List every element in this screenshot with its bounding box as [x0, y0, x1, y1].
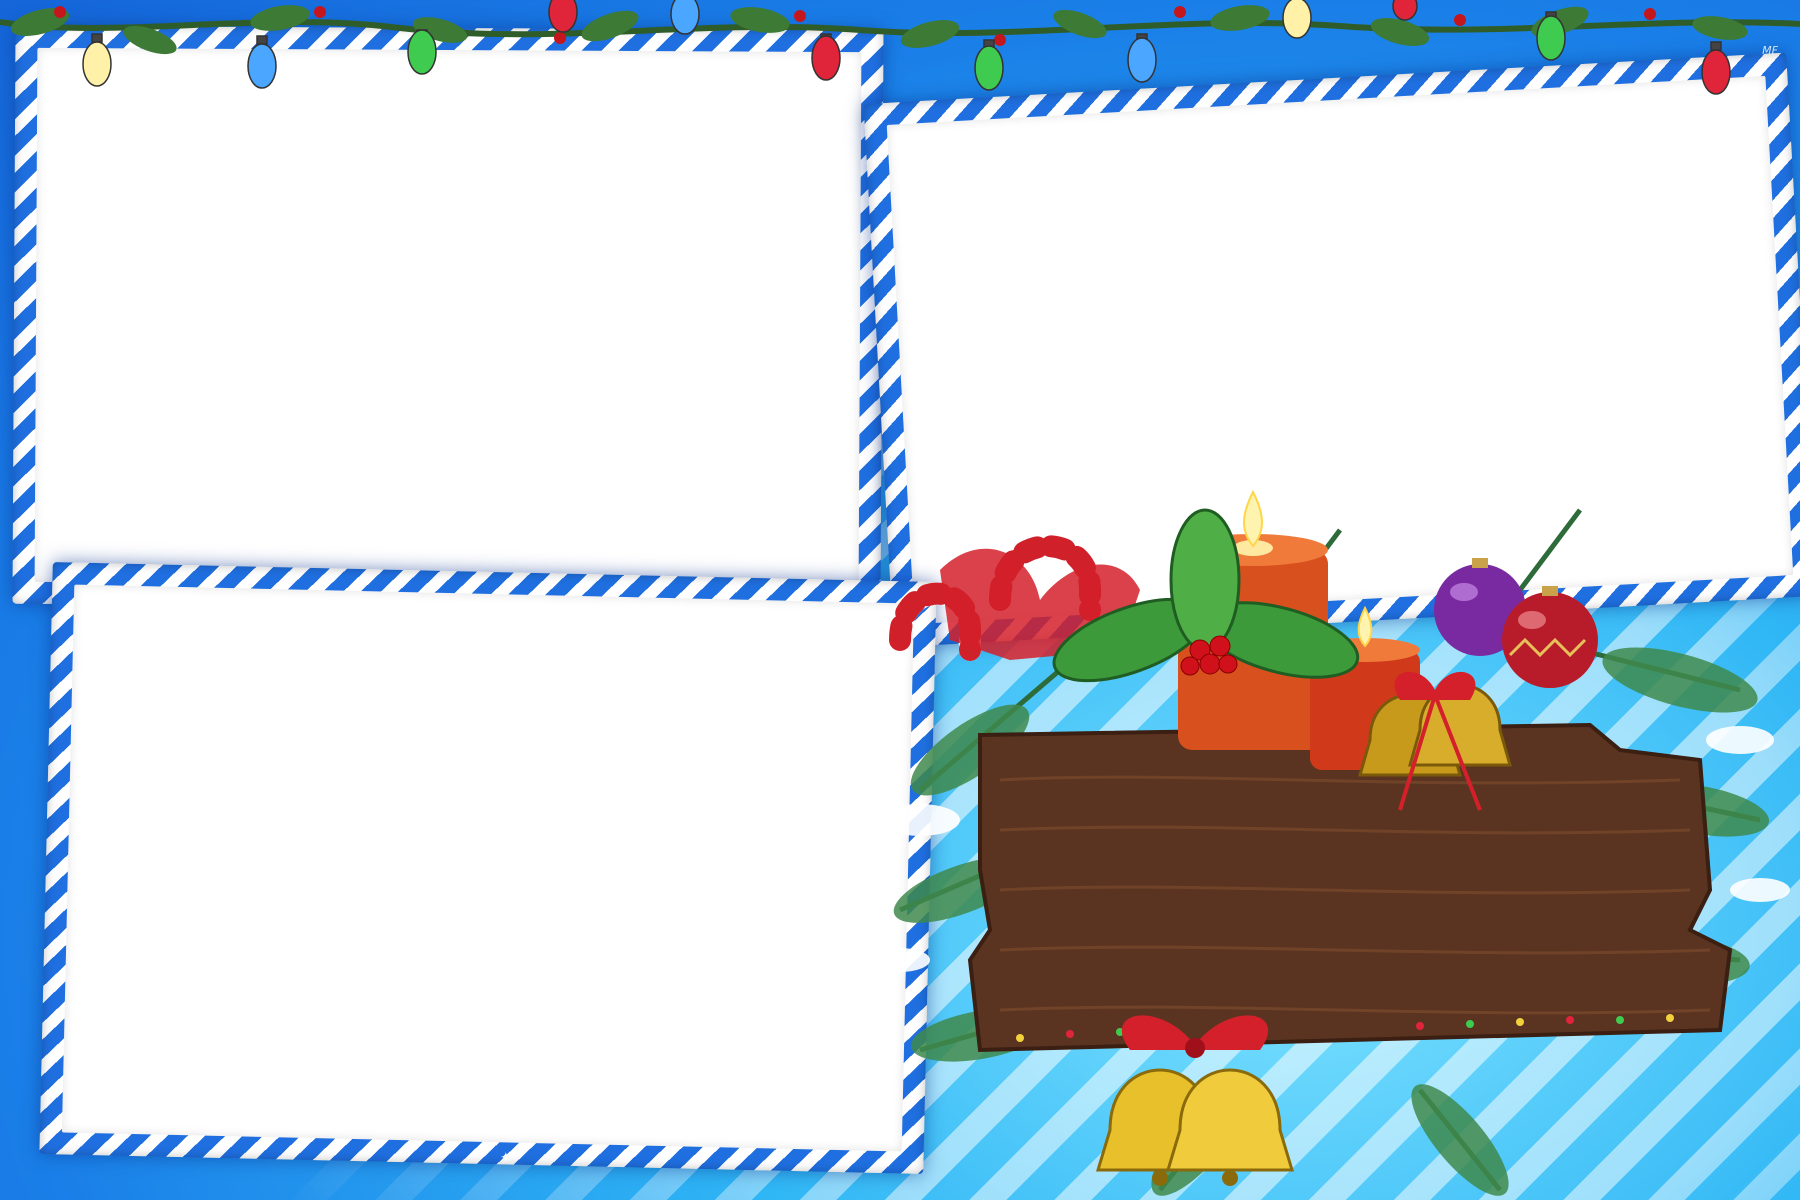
- light-bulbs: [82, 0, 1731, 95]
- golden-bells-bottom: [1095, 1015, 1295, 1186]
- christmas-photo-frame-template: ✦ ✦ ✦ MF: [0, 0, 1800, 1200]
- christmas-decoration-cluster: [870, 490, 1790, 1196]
- string-lights-garland: [0, 0, 1800, 95]
- photo-frame-bottom-left: [39, 562, 937, 1174]
- sparkle-icon: ✦: [500, 1150, 512, 1166]
- photo-slot-bottom-left[interactable]: [61, 584, 915, 1152]
- watermark-text: MF: [1762, 44, 1778, 57]
